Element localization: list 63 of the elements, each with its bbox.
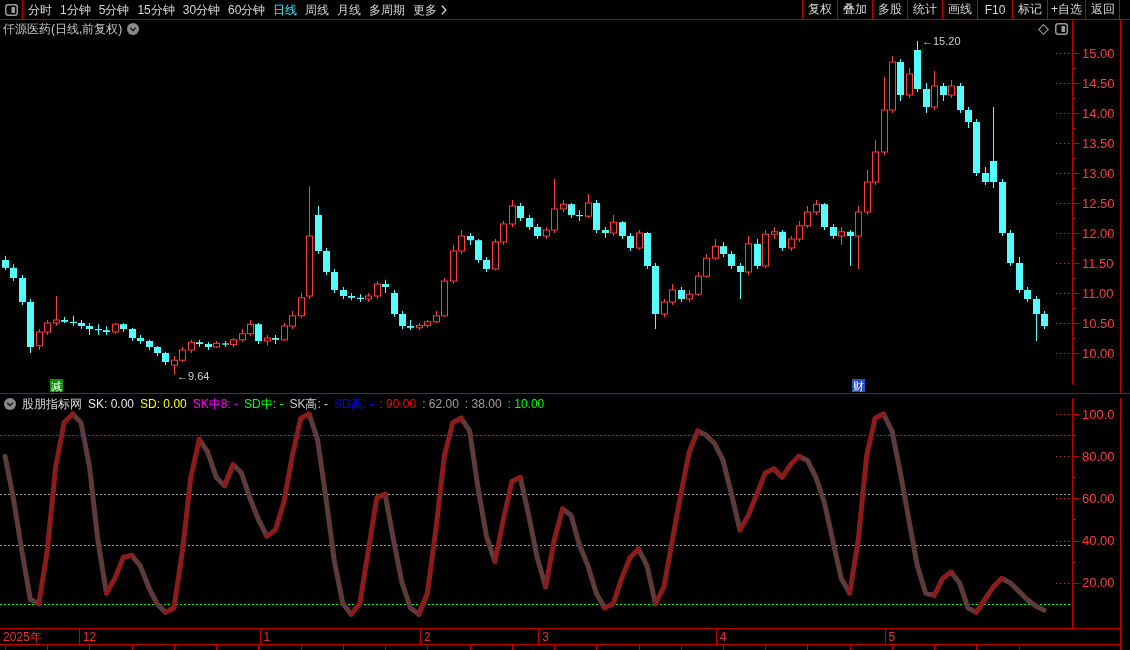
axis-label: 10.50 [1082, 315, 1115, 331]
chevron-right-icon [441, 4, 448, 15]
legend-value: SK中8: - [192, 397, 239, 411]
event-marker: 财 [852, 379, 865, 392]
period-tab[interactable]: 5分钟 [94, 0, 134, 19]
toolbar-button[interactable]: 复权 [802, 0, 837, 19]
period-tab[interactable]: 月线 [333, 0, 366, 19]
period-tab[interactable]: 多周期 [365, 0, 410, 19]
period-tab[interactable]: 15分钟 [133, 0, 179, 19]
legend-value: : 90.00 [379, 397, 417, 411]
legend-value: : 62.00 [422, 397, 459, 411]
axis-label: 13.00 [1082, 165, 1115, 181]
period-tab[interactable]: 30分钟 [178, 0, 225, 19]
legend-value: SD中: - [244, 397, 284, 411]
date-label: 3 [542, 630, 549, 644]
axis-label: 40.00 [1082, 533, 1115, 548]
legend-value: SK: 0.00 [88, 397, 135, 411]
date-label: 12 [82, 630, 97, 644]
toolbar-button[interactable]: 多股 [872, 0, 907, 19]
panel-icon [4, 3, 18, 16]
date-label: 2 [424, 630, 431, 644]
toolbar-button[interactable]: +自选 [1047, 0, 1085, 19]
axis-label: 10.00 [1082, 345, 1115, 361]
date-label: 4 [719, 630, 727, 644]
axis-label: 80.00 [1082, 448, 1115, 464]
legend-value: : 38.00 [464, 397, 502, 411]
period-tab[interactable]: 周线 [301, 0, 334, 19]
axis-label: 11.50 [1082, 255, 1114, 271]
axis-label: 15.00 [1082, 45, 1115, 61]
indicator-name: 股朋指标网 [22, 397, 82, 411]
toolbar-button[interactable]: 返回 [1085, 0, 1120, 19]
legend-value: SD高: - [334, 397, 374, 411]
period-tab[interactable]: 日线 [269, 0, 302, 19]
period-tab[interactable]: 1分钟 [56, 0, 95, 19]
toolbar-button[interactable]: 统计 [907, 0, 942, 19]
dropdown-icon[interactable] [4, 398, 16, 410]
date-label: 1 [263, 630, 271, 644]
axis-label: 12.50 [1082, 195, 1115, 211]
toolbar-button[interactable]: F10 [977, 0, 1012, 19]
toolbar-button[interactable]: 画线 [942, 0, 977, 19]
date-label: 5 [888, 630, 896, 644]
axis-label: 11.00 [1082, 285, 1114, 301]
axis-label: 14.50 [1082, 75, 1115, 91]
date-label: 2025年 [3, 630, 42, 644]
toolbar-button[interactable]: 叠加 [837, 0, 872, 19]
period-tab[interactable]: 60分钟 [224, 0, 270, 19]
diamond-icon[interactable] [1038, 23, 1049, 35]
event-marker: 减 [50, 379, 63, 392]
legend-value: SK高: - [289, 397, 329, 411]
axis-label: 100.0 [1082, 406, 1115, 422]
legend-value: : 10.00 [507, 397, 545, 411]
axis-label: 12.00 [1082, 225, 1115, 241]
toolbar-button[interactable]: 标记 [1012, 0, 1047, 19]
chart-title: 仟源医药(日线,前复权) [3, 22, 123, 36]
panel-icon[interactable] [1055, 23, 1068, 35]
more-menu-button[interactable]: 更多 [409, 0, 452, 19]
period-tab[interactable]: 分时 [24, 0, 56, 19]
legend-value: SD: 0.00 [140, 397, 187, 411]
axis-label: 13.50 [1082, 135, 1115, 151]
axis-label: 60.00 [1082, 490, 1115, 506]
dropdown-icon[interactable] [127, 23, 140, 35]
axis-label: 20.00 [1082, 575, 1115, 591]
axis-label: 14.00 [1082, 105, 1115, 121]
